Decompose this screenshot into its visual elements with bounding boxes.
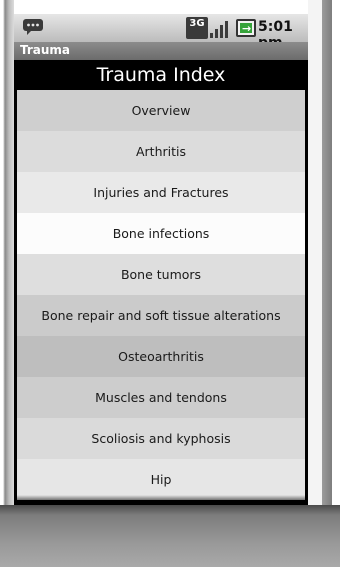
menu-item[interactable]: Hip: [17, 459, 305, 500]
menu-item[interactable]: Bone repair and soft tissue alterations: [17, 295, 305, 336]
app-title-bar: Trauma: [14, 42, 308, 60]
menu-item[interactable]: Osteoarthritis: [17, 336, 305, 377]
device-frame-right: [308, 0, 340, 567]
message-notification-icon[interactable]: [22, 18, 44, 36]
network-3g-icon: 3G: [186, 17, 208, 39]
menu-item[interactable]: Injuries and Fractures: [17, 172, 305, 213]
menu-item[interactable]: Bone infections: [17, 213, 305, 254]
list-bottom-fade: [14, 495, 308, 505]
device-frame-left: [0, 0, 14, 567]
status-bar: 3G → 5:01 pm: [14, 14, 308, 51]
menu-item[interactable]: Muscles and tendons: [17, 377, 305, 418]
device-frame-bottom: [0, 505, 340, 567]
app-title: Trauma: [20, 43, 71, 57]
menu-item[interactable]: Bone tumors: [17, 254, 305, 295]
menu-item[interactable]: Arthritis: [17, 131, 305, 172]
menu-item[interactable]: Scoliosis and kyphosis: [17, 418, 305, 459]
trauma-menu-list: Overview Arthritis Injuries and Fractures B…: [17, 90, 305, 505]
device-frame-right-bar: [322, 0, 332, 505]
signal-strength-icon: [210, 18, 232, 38]
network-type-label: 3G: [189, 18, 205, 29]
battery-charging-icon: →: [236, 19, 256, 37]
phone-screen: 3G → 5:01 pm Trauma Trauma Index Overvie…: [14, 14, 308, 505]
index-header: Trauma Index: [14, 60, 308, 90]
device-frame-right-edge: [332, 0, 340, 567]
menu-item[interactable]: Overview: [17, 90, 305, 131]
